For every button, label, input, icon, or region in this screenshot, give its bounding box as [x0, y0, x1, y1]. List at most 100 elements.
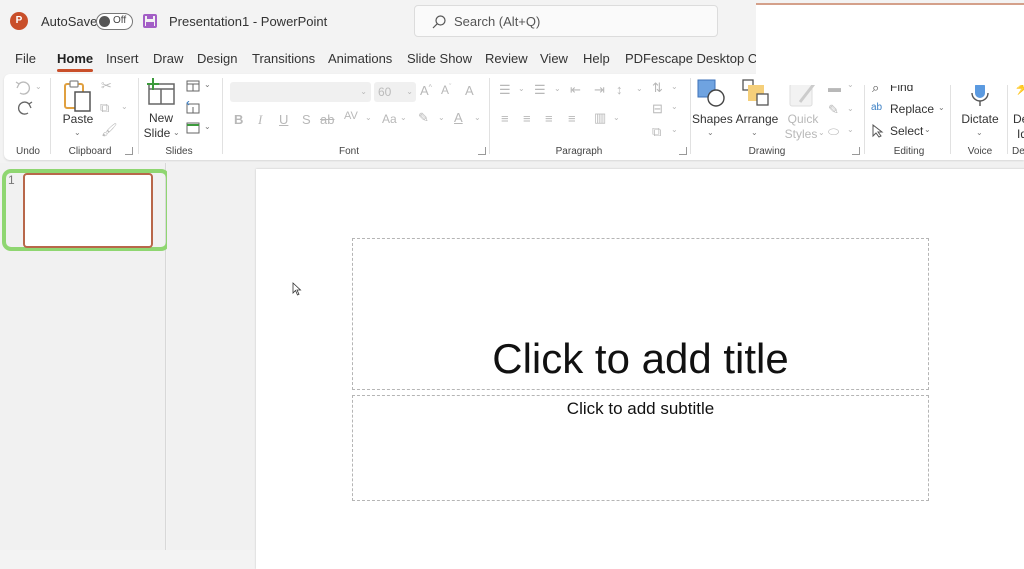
reset-slide-icon[interactable] [186, 101, 200, 114]
tab-file[interactable]: File [15, 47, 36, 70]
shape-outline-icon[interactable]: ✎ [828, 102, 839, 118]
section-dropdown-icon[interactable]: ⌄ [204, 122, 211, 131]
tab-draw[interactable]: Draw [153, 47, 183, 70]
align-center-icon[interactable]: ≡ [523, 111, 531, 126]
clear-formatting-icon[interactable]: A [465, 83, 474, 98]
title-placeholder[interactable]: Click to add title [352, 238, 929, 390]
shape-effects-icon[interactable]: ⬭ [828, 124, 839, 140]
tab-review[interactable]: Review [485, 47, 528, 70]
font-size-dropdown-icon[interactable]: ⌄ [406, 87, 413, 96]
shapes-dropdown-icon[interactable]: ⌄ [707, 128, 714, 137]
tab-home[interactable]: Home [57, 47, 94, 72]
align-left-icon[interactable]: ≡ [501, 111, 509, 126]
font-name-dropdown-icon[interactable]: ⌄ [360, 87, 367, 96]
clipboard-launcher-icon[interactable] [125, 147, 133, 155]
columns-icon[interactable]: ▥ [594, 110, 606, 126]
quick-styles-dropdown-icon[interactable]: ⌄ [818, 128, 825, 137]
replace-icon[interactable]: ab [871, 102, 882, 113]
copy-icon[interactable]: ⧉ [100, 100, 109, 116]
subtitle-placeholder[interactable]: Click to add subtitle [352, 395, 929, 501]
shape-effects-dropdown-icon[interactable]: ⌄ [847, 125, 854, 134]
copy-dropdown-icon[interactable]: ⌄ [121, 102, 128, 111]
text-direction-dropdown-icon[interactable]: ⌄ [671, 82, 678, 91]
paste-label[interactable]: Paste [58, 112, 98, 126]
slide-canvas[interactable]: Click to add title Click to add subtitle [256, 169, 1024, 569]
columns-dropdown-icon[interactable]: ⌄ [613, 113, 620, 122]
character-spacing-icon[interactable]: AV [344, 110, 358, 122]
numbering-dropdown-icon[interactable]: ⌄ [554, 84, 561, 93]
new-slide-dropdown-icon[interactable]: ⌄ [173, 128, 180, 137]
layout-icon[interactable] [186, 80, 200, 92]
replace-dropdown-icon[interactable]: ⌄ [938, 103, 945, 112]
increase-indent-icon[interactable]: ⇥ [594, 82, 605, 98]
font-name-combo[interactable]: ⌄ [230, 82, 371, 102]
new-slide-label-1[interactable]: New [142, 111, 180, 125]
highlight-color-icon[interactable]: ✎ [418, 110, 429, 126]
justify-icon[interactable]: ≡ [568, 111, 576, 126]
font-color-icon[interactable]: A [454, 110, 463, 125]
slide-thumbnail[interactable] [23, 173, 153, 248]
numbering-icon[interactable]: ☰ [534, 82, 546, 98]
section-icon[interactable] [186, 122, 200, 134]
smartart-icon[interactable]: ⧉ [652, 124, 661, 140]
highlight-dropdown-icon[interactable]: ⌄ [438, 113, 445, 122]
quick-styles-label-1[interactable]: Quick [784, 112, 822, 126]
select-cursor-icon[interactable] [872, 124, 884, 138]
new-slide-label-2[interactable]: Slide [140, 126, 174, 140]
shapes-icon[interactable] [696, 78, 726, 108]
tab-pdfescape[interactable]: PDFescape Desktop Cr [625, 47, 762, 70]
bullets-dropdown-icon[interactable]: ⌄ [518, 84, 525, 93]
quick-styles-label-2[interactable]: Styles [782, 127, 820, 141]
tab-animations[interactable]: Animations [328, 47, 392, 70]
align-text-dropdown-icon[interactable]: ⌄ [671, 102, 678, 111]
dictate-dropdown-icon[interactable]: ⌄ [976, 128, 983, 137]
italic-icon[interactable]: I [258, 112, 262, 128]
align-right-icon[interactable]: ≡ [545, 111, 553, 126]
shadow-icon[interactable]: S [302, 112, 311, 127]
align-text-icon[interactable]: ⊟ [652, 101, 663, 117]
redo-icon[interactable] [14, 100, 34, 116]
layout-dropdown-icon[interactable]: ⌄ [204, 80, 211, 89]
font-size-combo[interactable]: 60 ⌄ [374, 82, 416, 102]
font-launcher-icon[interactable] [478, 147, 486, 155]
decrease-indent-icon[interactable]: ⇤ [570, 82, 581, 98]
character-spacing-dropdown-icon[interactable]: ⌄ [365, 113, 372, 122]
arrange-label[interactable]: Arrange [733, 112, 781, 126]
bullets-icon[interactable]: ☰ [499, 82, 511, 98]
undo-dropdown-icon[interactable]: ⌄ [35, 82, 42, 91]
replace-label[interactable]: Replace [890, 102, 934, 116]
autosave-toggle[interactable]: Off [96, 13, 133, 30]
tab-help[interactable]: Help [583, 47, 610, 70]
save-icon[interactable] [143, 14, 157, 28]
increase-font-size-icon[interactable]: A^ [420, 83, 432, 98]
select-dropdown-icon[interactable]: ⌄ [924, 125, 931, 134]
shapes-label[interactable]: Shapes [692, 112, 733, 126]
tab-transitions[interactable]: Transitions [252, 47, 315, 70]
bold-icon[interactable]: B [234, 112, 243, 127]
strikethrough-icon[interactable]: ab [320, 112, 334, 127]
paragraph-launcher-icon[interactable] [679, 147, 687, 155]
designer-label-2[interactable]: Id [1017, 127, 1024, 141]
dictate-label[interactable]: Dictate [959, 112, 1001, 126]
select-label[interactable]: Select [890, 124, 923, 138]
font-color-dropdown-icon[interactable]: ⌄ [474, 113, 481, 122]
underline-icon[interactable]: U [279, 112, 288, 127]
search-input[interactable]: Search (Alt+Q) [414, 5, 718, 37]
undo-icon[interactable] [14, 80, 34, 96]
change-case-icon[interactable]: Aa [382, 112, 397, 126]
paste-dropdown-icon[interactable]: ⌄ [74, 128, 81, 137]
tab-slide-show[interactable]: Slide Show [407, 47, 472, 70]
change-case-dropdown-icon[interactable]: ⌄ [400, 113, 407, 122]
line-spacing-icon[interactable]: ↕ [616, 82, 623, 97]
new-slide-icon[interactable] [146, 78, 176, 106]
format-painter-icon[interactable]: 🖌 [101, 122, 118, 138]
shape-outline-dropdown-icon[interactable]: ⌄ [847, 104, 854, 113]
tab-insert[interactable]: Insert [106, 47, 139, 70]
designer-label-1[interactable]: De [1013, 112, 1024, 126]
arrange-dropdown-icon[interactable]: ⌄ [751, 128, 758, 137]
smartart-dropdown-icon[interactable]: ⌄ [671, 125, 678, 134]
tab-view[interactable]: View [540, 47, 568, 70]
drawing-launcher-icon[interactable] [852, 147, 860, 155]
cut-icon[interactable]: ✂ [101, 78, 112, 94]
tab-design[interactable]: Design [197, 47, 237, 70]
